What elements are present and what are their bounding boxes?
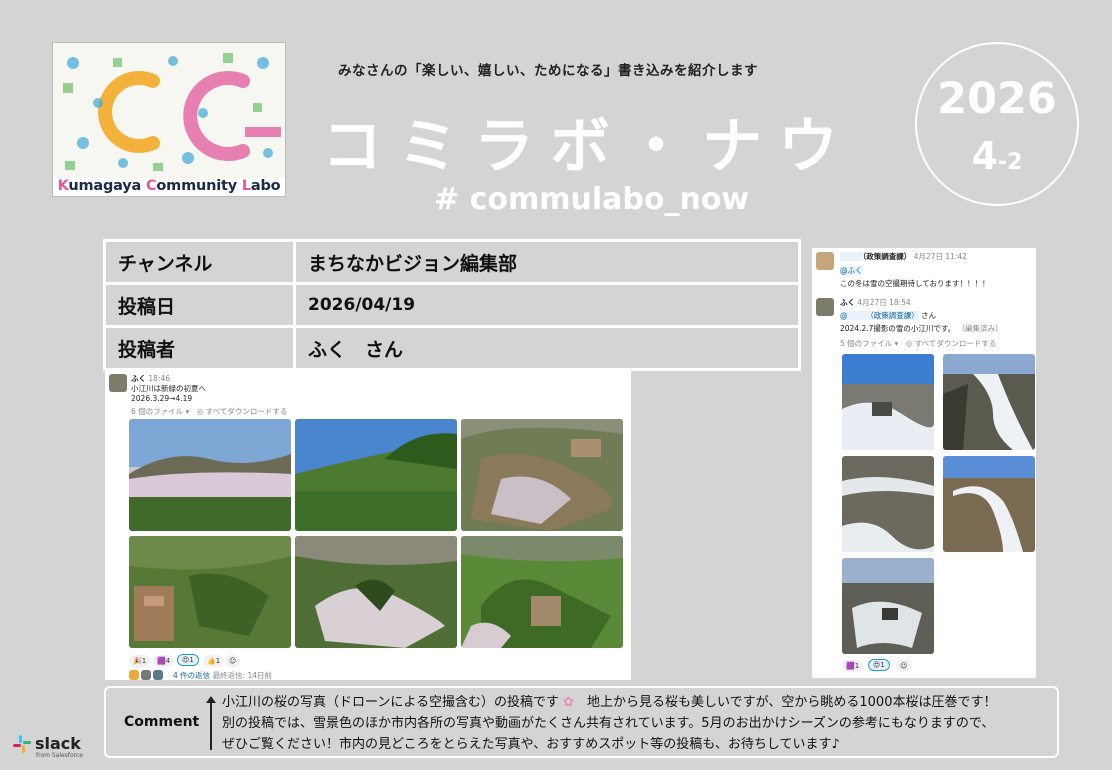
arrow-up-icon (206, 696, 216, 750)
tada-icon: 🎉 (133, 657, 142, 665)
logo-illustration (53, 43, 285, 178)
snow-photo-2[interactable] (943, 354, 1035, 450)
snow-photo-1[interactable] (842, 354, 934, 450)
date-row: 投稿日 2026/04/19 (103, 282, 801, 328)
snow-photo-5[interactable] (842, 558, 934, 654)
hashtag: # commulabo_now (434, 182, 750, 217)
date-badge: 2026 4-2 (915, 42, 1079, 206)
date-label: 投稿日 (103, 282, 296, 328)
purple-icon: 🟪 (846, 662, 855, 670)
reply-author-1: （政策調査課） 4月27日 11:42 (840, 251, 967, 262)
date-value: 2026/04/19 (293, 282, 801, 328)
post-line1: 小江川は新緑の初夏へ (131, 384, 206, 393)
channel-label: チャンネル (103, 239, 296, 285)
post-line2: 2026.3.29→4.19 (131, 394, 193, 403)
cherry-blossom-icon: ✿ (563, 695, 575, 710)
poster-label: 投稿者 (103, 325, 296, 371)
thumbs-up-icon: 👍 (207, 657, 216, 665)
download-all-link[interactable]: すべてダウンロードする (206, 407, 288, 416)
download-icon: ◎ (196, 407, 204, 416)
slack-post-main: ふく 18:46 小江川は新緑の初夏へ 2026.3.29→4.19 6 個のフ… (105, 370, 631, 680)
page-title: コミラボ・ナウ (322, 112, 854, 182)
files-toggle[interactable]: 6 個のファイル ▾ ◎ すべてダウンロードする (131, 406, 287, 417)
reaction-3[interactable]: 😍1 (177, 654, 199, 666)
reaction-1[interactable]: 🎉1 (129, 655, 151, 667)
poster-value: ふく さん (293, 325, 801, 371)
download-all-link[interactable]: すべてダウンロードする (915, 339, 997, 348)
kumagaya-community-labo-logo: Kumagaya Community Labo (52, 42, 286, 197)
photo-3[interactable] (461, 419, 623, 531)
thread-avatar (153, 670, 163, 680)
snow-photo-3[interactable] (842, 456, 934, 552)
poster-row: 投稿者 ふく さん (103, 325, 801, 371)
photo-4[interactable] (129, 536, 291, 648)
reply-author-2: ふく 4月27日 18:54 (840, 298, 911, 307)
thread-avatar (129, 670, 139, 680)
reply-mention-1[interactable]: @ふく (840, 265, 863, 276)
logo-wordmark: Kumagaya Community Labo (57, 178, 281, 194)
avatar (109, 374, 127, 392)
photo-6[interactable] (461, 536, 623, 648)
comment-text: 小江川の桜の写真（ドローンによる空撮含む）の投稿です ✿ 地上から見る桜も美しい… (222, 695, 997, 752)
slack-subtext: from Salesforce (36, 752, 83, 759)
download-icon: ◎ (905, 339, 913, 348)
reaction-1[interactable]: 🟪1 (842, 660, 864, 672)
post-info-table: チャンネル まちなかビジョン編集部 投稿日 2026/04/19 投稿者 ふく … (103, 239, 801, 371)
dog-avatar (816, 252, 834, 270)
slack-wordmark: slack (35, 734, 81, 753)
reaction-2[interactable]: 🟪4 (153, 655, 175, 667)
add-reaction-icon[interactable]: ☺ (225, 655, 241, 667)
comment-label: Comment (124, 714, 200, 730)
photo-5[interactable] (295, 536, 457, 648)
add-reaction-icon[interactable]: ☺ (896, 660, 912, 672)
snow-photo-4[interactable] (943, 456, 1035, 552)
thread-replies[interactable]: 4 件の返信 最終返信: 14日前 (173, 670, 272, 680)
files-toggle[interactable]: 5 個のファイル ▾ ◎ すべてダウンロードする (840, 338, 996, 349)
slack-post-side: （政策調査課） 4月27日 11:42 @ふく この冬は雪の空撮期待しております… (812, 248, 1036, 678)
channel-row: チャンネル まちなかビジョン編集部 (103, 239, 801, 285)
channel-value: まちなかビジョン編集部 (293, 239, 801, 285)
reaction-2[interactable]: 😍1 (868, 659, 890, 671)
reply-message-1: この冬は雪の空撮期待しております！！！！ (840, 279, 990, 288)
photo-1[interactable] (129, 419, 291, 531)
tagline: みなさんの「楽しい、嬉しい、ためになる」書き込みを紹介します (338, 63, 758, 79)
purple-icon: 🟪 (157, 657, 166, 665)
slack-logo-icon (13, 735, 31, 753)
avatar (816, 298, 834, 316)
reply-mention-2[interactable]: @ （政策調査課） さん (840, 310, 936, 321)
thread-avatar (141, 670, 151, 680)
reaction-4[interactable]: 👍1 (203, 655, 225, 667)
reply-message-2: 2024.2.7撮影の雪の小江川です。 （編集済み） (840, 324, 1003, 333)
photo-2[interactable] (295, 419, 457, 531)
comment-box: Comment 小江川の桜の写真（ドローンによる空撮含む）の投稿です ✿ 地上か… (104, 686, 1059, 758)
date-year: 2026 (937, 74, 1057, 124)
date-month: 4-2 (971, 134, 1023, 178)
